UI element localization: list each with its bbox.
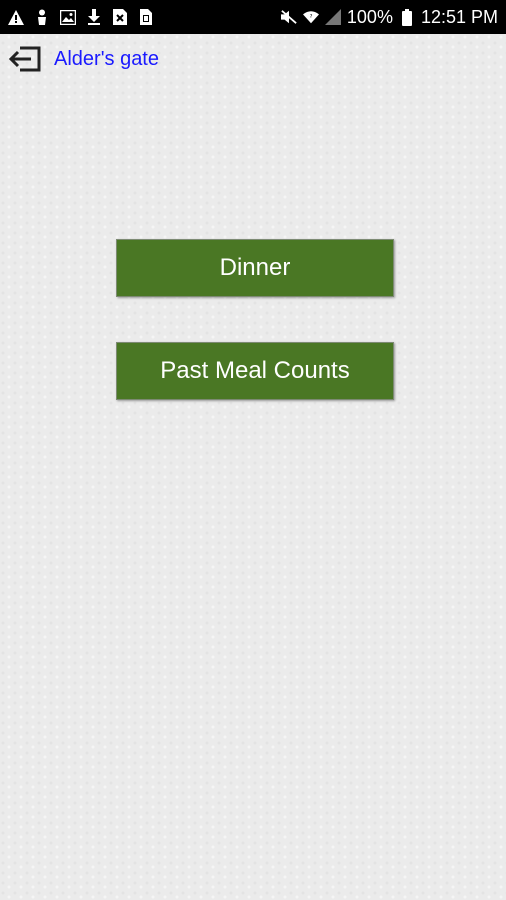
sim-icon <box>138 9 154 25</box>
person-icon <box>34 9 50 25</box>
past-meal-counts-button[interactable]: Past Meal Counts <box>116 342 394 400</box>
status-bar-system: ? 100% 12:51 PM <box>280 6 498 28</box>
signal-icon <box>324 9 341 25</box>
image-icon <box>60 9 76 25</box>
status-bar: ? 100% 12:51 PM <box>0 0 506 34</box>
warning-icon <box>8 9 24 25</box>
exit-icon <box>8 45 42 73</box>
mute-icon <box>280 9 297 25</box>
exit-button[interactable] <box>6 43 44 75</box>
battery-icon <box>399 8 415 26</box>
wifi-icon: ? <box>302 9 319 25</box>
app-header: Alder's gate <box>6 42 159 76</box>
page-title[interactable]: Alder's gate <box>54 48 159 71</box>
battery-percent: 100% <box>346 6 393 27</box>
status-bar-notifications <box>8 9 154 25</box>
dinner-button[interactable]: Dinner <box>116 239 394 297</box>
clock: 12:51 PM <box>420 6 498 27</box>
download-icon <box>86 9 102 25</box>
close-box-icon <box>112 9 128 25</box>
svg-text:?: ? <box>309 14 312 20</box>
